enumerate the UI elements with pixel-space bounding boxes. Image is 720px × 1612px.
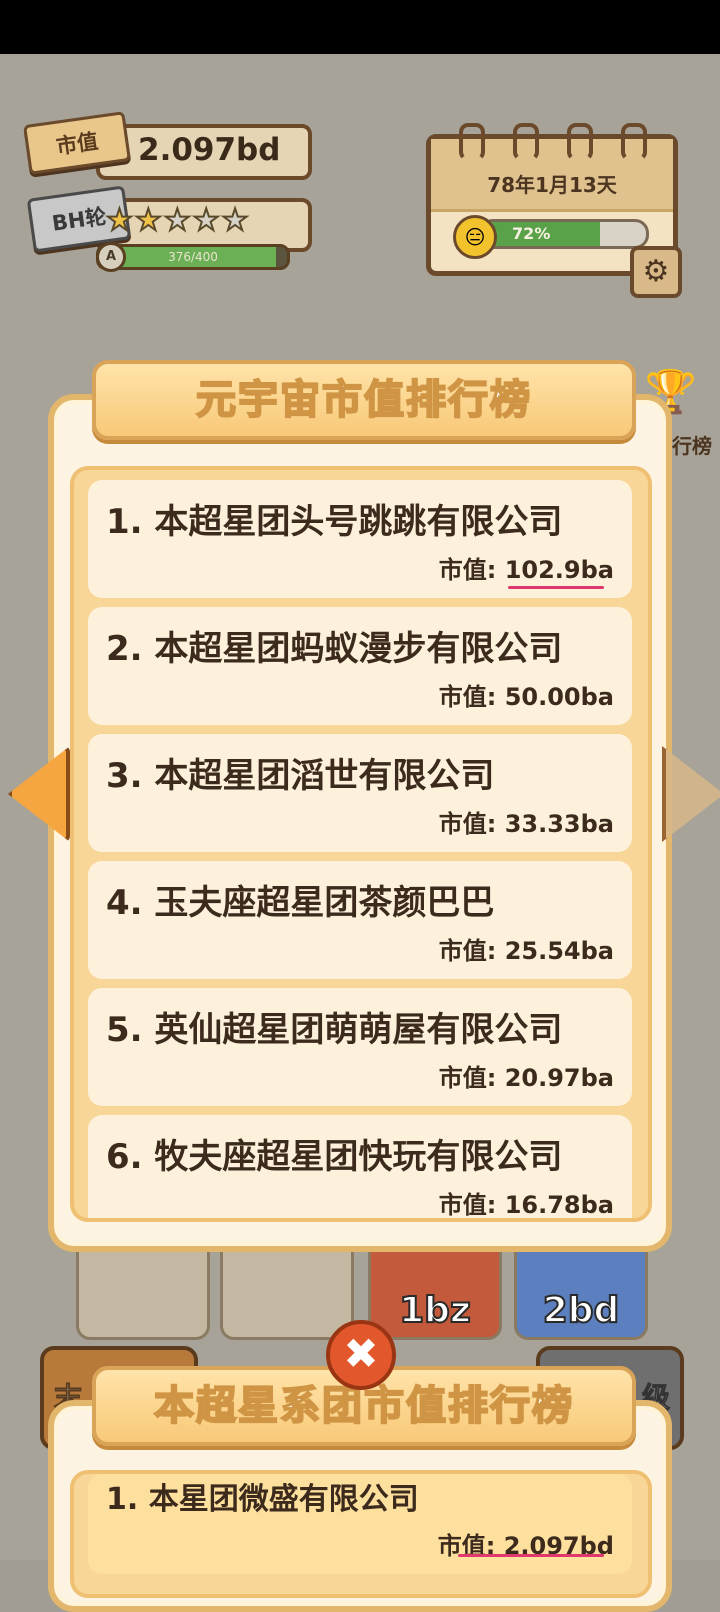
list-item[interactable]: 4. 玉夫座超星团茶颜巴巴市值: 25.54ba: [88, 861, 632, 979]
company-name: 1. 本超星团头号跳跳有限公司: [106, 502, 563, 542]
highlight-underline: [458, 1554, 604, 1557]
calendar-ring-icon: [459, 123, 485, 161]
star-filled-icon: ★: [105, 203, 134, 238]
system-ranking-list[interactable]: 1. 本星团微盛有限公司 市值: 2.097bd: [70, 1470, 652, 1598]
value-amount: 33.33ba: [504, 810, 614, 838]
company-name: 4. 玉夫座超星团茶颜巴巴: [106, 883, 495, 923]
gear-icon[interactable]: ⚙: [630, 246, 682, 298]
star-empty-icon: ★: [221, 203, 250, 238]
value-prefix: 市值:: [438, 810, 505, 838]
rank-tag-label: BH轮: [50, 204, 108, 236]
value-amount: 16.78ba: [504, 1191, 614, 1219]
market-value-text: 2.097bd: [138, 132, 281, 168]
company-value: 市值: 25.54ba: [439, 931, 614, 966]
status-bar: [0, 0, 720, 54]
company-name: 6. 牧夫座超星团快玩有限公司: [106, 1137, 563, 1177]
card-value: 2bd: [542, 1289, 621, 1332]
company-name: 3. 本超星团滔世有限公司: [106, 756, 495, 796]
value-prefix: 市值:: [438, 1191, 505, 1219]
close-icon[interactable]: ✖: [326, 1320, 396, 1390]
value-amount: 50.00ba: [504, 683, 614, 711]
highlight-underline: [508, 586, 604, 589]
ranking-label[interactable]: 行榜: [672, 430, 712, 459]
value-amount: 20.97ba: [504, 1064, 614, 1092]
company-value: 市值: 20.97ba: [439, 1058, 614, 1093]
calendar-ring-icon: [621, 123, 647, 161]
company-name: 2. 本超星团蚂蚁漫步有限公司: [106, 629, 563, 669]
company-name: 5. 英仙超星团萌萌屋有限公司: [106, 1010, 563, 1050]
xp-text: 376/400: [168, 250, 218, 264]
star-empty-icon: ★: [163, 203, 192, 238]
calendar-ring-icon: [567, 123, 593, 161]
card-value: 1bz: [398, 1289, 472, 1332]
list-item[interactable]: 2. 本超星团蚂蚁漫步有限公司市值: 50.00ba: [88, 607, 632, 725]
neutral-face-icon: 😑: [453, 215, 497, 259]
value-amount: 25.54ba: [504, 937, 614, 965]
company-value: 市值: 33.33ba: [439, 804, 614, 839]
value-prefix: 市值:: [438, 937, 505, 965]
level-badge: A: [96, 242, 126, 272]
list-item[interactable]: 6. 牧夫座超星团快玩有限公司市值: 16.78ba: [88, 1115, 632, 1219]
calendar-ring-icon: [513, 123, 539, 161]
value-prefix: 市值:: [438, 1064, 505, 1092]
list-item[interactable]: 1. 本超星团头号跳跳有限公司市值: 102.9ba: [88, 480, 632, 598]
list-item[interactable]: 5. 英仙超星团萌萌屋有限公司市值: 20.97ba: [88, 988, 632, 1106]
company-value: 市值: 16.78ba: [438, 1185, 614, 1219]
market-value-tag-label: 市值: [54, 129, 100, 159]
company-value: 市值: 102.9ba: [439, 550, 614, 585]
company-value: 市值: 50.00ba: [439, 677, 614, 712]
universe-ranking-list[interactable]: 1. 本超星团头号跳跳有限公司 市值: 102.9ba 2. 本超星团蚂蚁漫步有限公…: [70, 466, 652, 1222]
company-name: 1. 本星团微盛有限公司: [106, 1482, 419, 1517]
star-filled-icon: ★: [134, 203, 163, 238]
value-prefix: 市值:: [438, 683, 505, 711]
list-item[interactable]: 1. 本星团微盛有限公司 市值: 2.097bd: [88, 1474, 632, 1574]
value-amount: 102.9ba: [504, 556, 614, 584]
calendar-date: 78年1月13天: [487, 173, 617, 197]
rating-stars: ★ ★ ★ ★ ★: [105, 203, 250, 238]
progress-bar: 72%: [479, 219, 649, 249]
universe-ranking-title: 元宇宙市值排行榜: [92, 360, 636, 440]
list-item[interactable]: 3. 本超星团滔世有限公司市值: 33.33ba: [88, 734, 632, 852]
star-empty-icon: ★: [192, 203, 221, 238]
value-prefix: 市值:: [438, 556, 505, 584]
